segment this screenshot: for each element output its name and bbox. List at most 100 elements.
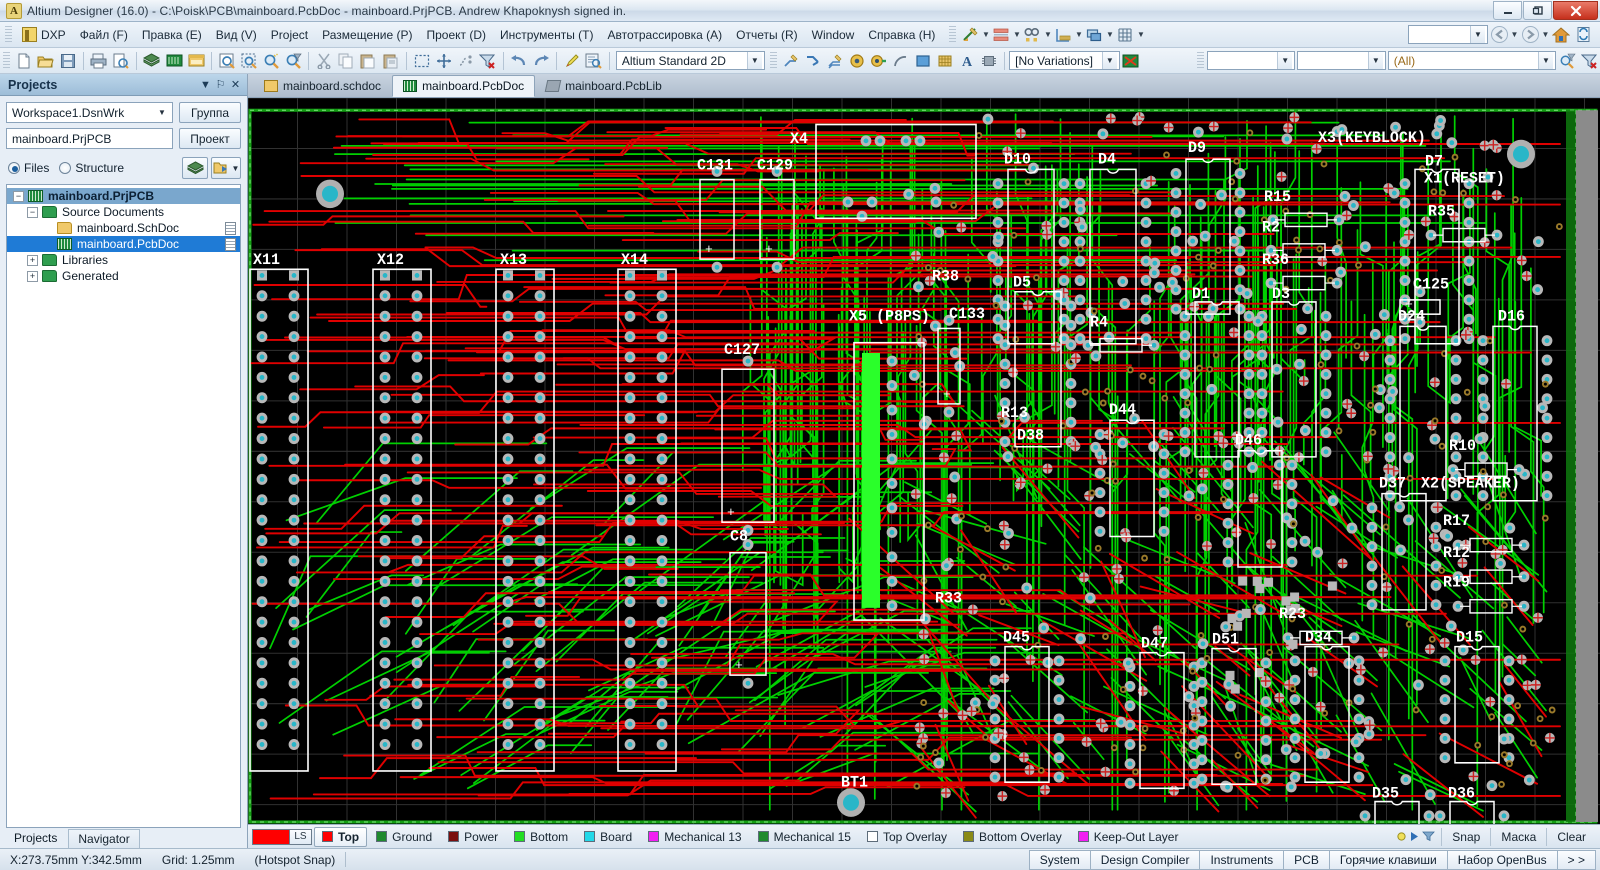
filter-combo-1[interactable]: ▼ bbox=[1206, 51, 1296, 70]
minimize-button[interactable] bbox=[1493, 1, 1522, 20]
quick-search-dropdown-icon[interactable]: ▼ bbox=[1470, 26, 1485, 43]
zoom-filter-icon[interactable] bbox=[282, 50, 304, 72]
panel-button-pcb[interactable]: PCB bbox=[1283, 849, 1329, 870]
document-tab-mainboard-schdoc[interactable]: mainboard.schdoc bbox=[254, 75, 391, 97]
tree-node-mainboard-schdoc[interactable]: mainboard.SchDoc bbox=[7, 220, 240, 236]
place-component-icon[interactable] bbox=[978, 50, 1000, 72]
menu-grip[interactable] bbox=[5, 25, 12, 44]
find-similar-icon[interactable] bbox=[1021, 24, 1043, 45]
menu-item-view[interactable]: Вид (V) bbox=[209, 25, 264, 45]
tree-expander[interactable]: + bbox=[27, 270, 38, 282]
zoom-document-icon[interactable] bbox=[216, 50, 238, 72]
document-tab-mainboard-pcblib[interactable]: mainboard.PcbLib bbox=[536, 75, 672, 97]
back-dropdown-icon[interactable]: ▼ bbox=[1510, 25, 1519, 45]
open-document-icon[interactable] bbox=[35, 50, 57, 72]
menu-item-place[interactable]: Размещение (P) bbox=[315, 25, 419, 45]
panel-button-more[interactable]: > > bbox=[1556, 849, 1596, 870]
layer-tab-ground[interactable]: Ground bbox=[369, 828, 439, 846]
view-config-dropdown-icon[interactable]: ▼ bbox=[746, 52, 762, 69]
current-layer-color-swatch[interactable] bbox=[252, 828, 290, 845]
panel-close-icon[interactable]: ✕ bbox=[228, 78, 243, 91]
filter-combo-3-dropdown-icon[interactable]: ▼ bbox=[1537, 52, 1553, 69]
layer-tab-mechanical-15[interactable]: Mechanical 15 bbox=[751, 828, 858, 846]
interactive-routing-icon[interactable] bbox=[802, 50, 824, 72]
layer-tab-bottom[interactable]: Bottom bbox=[507, 828, 575, 846]
measure-dropdown-icon[interactable]: ▼ bbox=[981, 25, 990, 45]
clear-button[interactable]: Clear bbox=[1546, 827, 1596, 846]
files-radio[interactable]: Files bbox=[8, 161, 49, 175]
menu-item-design[interactable]: Проект (D) bbox=[419, 25, 493, 45]
mask-button[interactable]: Маска bbox=[1490, 827, 1546, 846]
home-icon[interactable] bbox=[1550, 24, 1572, 45]
tree-expander[interactable]: + bbox=[27, 254, 38, 266]
variations-combo[interactable]: [No Variations] ▼ bbox=[1009, 51, 1120, 70]
layer-tab-bottom-overlay[interactable]: Bottom Overlay bbox=[956, 828, 1069, 846]
new-document-icon[interactable] bbox=[13, 50, 35, 72]
align-icon[interactable] bbox=[990, 24, 1012, 45]
group-button[interactable]: Группа bbox=[179, 102, 241, 123]
project-options-icon[interactable] bbox=[182, 157, 208, 179]
panel-button-openbus[interactable]: Набор OpenBus bbox=[1446, 849, 1557, 870]
panel-dropdown-icon[interactable]: ▼ bbox=[198, 79, 213, 91]
workspace-dropdown-icon[interactable]: ▼ bbox=[154, 108, 170, 117]
forward-dropdown-icon[interactable]: ▼ bbox=[1541, 25, 1550, 45]
place-diff-pair-icon[interactable] bbox=[824, 50, 846, 72]
tree-node-mainboard-pcbdoc[interactable]: mainboard.PcbDoc bbox=[7, 236, 240, 252]
menu-toolbar-grip[interactable] bbox=[949, 25, 957, 44]
forward-icon[interactable] bbox=[1519, 24, 1541, 45]
menu-item-help[interactable]: Справка (H) bbox=[861, 25, 942, 45]
menu-item-autoroute[interactable]: Автотрассировка (A) bbox=[600, 25, 729, 45]
panel-button-design-compiler[interactable]: Design Compiler bbox=[1089, 849, 1200, 870]
menu-item-project-en[interactable]: Project bbox=[264, 25, 315, 45]
measure-icon[interactable] bbox=[959, 24, 981, 45]
open-project-icon[interactable]: ▼ bbox=[211, 157, 241, 179]
clear-filter-2-icon[interactable] bbox=[1578, 50, 1600, 72]
variant-cross-icon[interactable] bbox=[1120, 50, 1142, 72]
inspect-icon[interactable] bbox=[583, 50, 605, 72]
maximize-button[interactable] bbox=[1523, 1, 1552, 20]
cut-icon[interactable] bbox=[313, 50, 335, 72]
tree-node-libraries[interactable]: + Libraries bbox=[7, 252, 240, 268]
filter-combo-1-dropdown-icon[interactable]: ▼ bbox=[1277, 52, 1293, 69]
pcb-canvas[interactable]: + + + + + + X4 X3(KEYBLOCK) C131 C129 D10 D4 D9 D7 X1(… bbox=[248, 98, 1600, 824]
place-via-icon[interactable] bbox=[868, 50, 890, 72]
quick-search-combo[interactable]: ▼ bbox=[1408, 25, 1488, 44]
project-button[interactable]: Проект bbox=[179, 128, 241, 149]
layer-nav-icons[interactable] bbox=[1390, 831, 1441, 842]
select-net-icon[interactable] bbox=[455, 50, 477, 72]
project-tree[interactable]: − mainboard.PrjPCB − Source Documents ma… bbox=[6, 184, 241, 828]
toolbar-grip-1[interactable] bbox=[3, 51, 10, 70]
paste-special-icon[interactable] bbox=[379, 50, 401, 72]
tree-expander[interactable]: − bbox=[27, 206, 38, 218]
place-fill-icon[interactable] bbox=[912, 50, 934, 72]
menu-item-reports[interactable]: Отчеты (R) bbox=[729, 25, 804, 45]
tab-projects[interactable]: Projects bbox=[4, 828, 67, 848]
pcb-layout-svg[interactable]: + +++++X4 X3(KEYBLOCK)C131 C129 D10 D4D9D7X1(… bbox=[248, 98, 1600, 824]
panel-button-hotkeys[interactable]: Горячие клавиши bbox=[1328, 849, 1447, 870]
tab-navigator[interactable]: Navigator bbox=[68, 829, 140, 848]
move-icon[interactable] bbox=[433, 50, 455, 72]
filter-combo-3[interactable]: (All) ▼ bbox=[1387, 51, 1556, 70]
place-polygon-icon[interactable] bbox=[934, 50, 956, 72]
find-similar-dropdown-icon[interactable]: ▼ bbox=[1043, 25, 1052, 45]
dimension-dropdown-icon[interactable]: ▼ bbox=[1074, 25, 1083, 45]
panel-button-system[interactable]: System bbox=[1028, 849, 1090, 870]
project-combo[interactable]: mainboard.PrjPCB bbox=[6, 128, 173, 149]
open-pcb-lib-icon[interactable] bbox=[141, 50, 163, 72]
place-arc-icon[interactable] bbox=[890, 50, 912, 72]
open-pcbdoc-icon[interactable] bbox=[163, 50, 185, 72]
board-layers-icon[interactable] bbox=[1083, 24, 1105, 45]
tree-node-source-documents[interactable]: − Source Documents bbox=[7, 204, 240, 220]
print-icon[interactable] bbox=[88, 50, 110, 72]
document-tab-mainboard-pcbdoc[interactable]: mainboard.PcbDoc bbox=[392, 75, 536, 97]
highlight-pen-icon[interactable] bbox=[561, 50, 583, 72]
tree-node-generated[interactable]: + Generated bbox=[7, 268, 240, 284]
grid-icon[interactable] bbox=[1114, 24, 1136, 45]
menu-item-file[interactable]: Файл (F) bbox=[73, 25, 135, 45]
layer-tab-top[interactable]: Top bbox=[314, 826, 368, 847]
layer-tab-top-overlay[interactable]: Top Overlay bbox=[860, 828, 954, 846]
open-schdoc-icon[interactable] bbox=[185, 50, 207, 72]
layer-tab-board[interactable]: Board bbox=[577, 828, 639, 846]
toolbar-grip-2[interactable] bbox=[769, 51, 777, 70]
layer-tab-keep-out-layer[interactable]: Keep-Out Layer bbox=[1071, 828, 1186, 846]
